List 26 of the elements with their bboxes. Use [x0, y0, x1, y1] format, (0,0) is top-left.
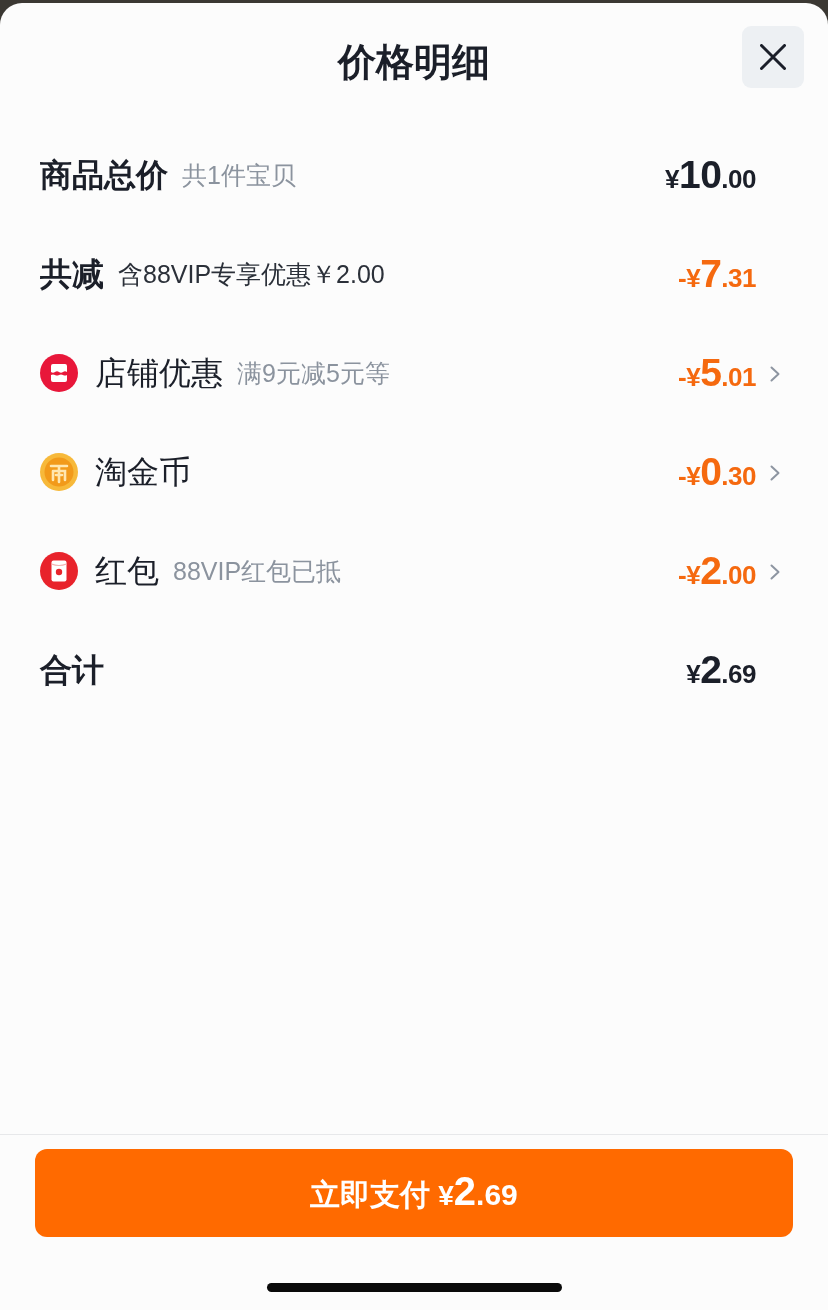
close-icon	[760, 44, 786, 70]
storefront-icon	[40, 354, 78, 393]
coin-discount-amount: -¥0.30	[678, 449, 756, 496]
total-label: 合计	[40, 651, 104, 690]
chevron-right-icon[interactable]	[770, 464, 780, 481]
cash-envelope-note: 88VIP红包已抵	[173, 556, 342, 587]
shop-discount-amount: -¥5.01	[678, 350, 756, 397]
chevron-right-icon[interactable]	[770, 365, 780, 382]
coin-discount-label: 淘金币	[95, 453, 191, 492]
cash-envelope-amount: -¥2.00	[678, 548, 756, 595]
subtotal-label: 商品总价	[40, 156, 168, 195]
pay-now-button[interactable]: 立即支付 ¥2.69	[35, 1149, 793, 1237]
savings-label: 共减	[40, 255, 104, 294]
subtotal-note: 共1件宝贝	[182, 160, 296, 191]
coin-icon	[40, 453, 78, 492]
subtotal-amount: ¥10.00	[665, 152, 756, 199]
savings-amount: -¥7.31	[678, 251, 756, 298]
total-amount: ¥2.69	[686, 647, 756, 694]
chevron-right-icon[interactable]	[770, 563, 780, 580]
envelope-icon	[40, 552, 78, 591]
shop-discount-note: 满9元减5元等	[237, 358, 390, 389]
shop-discount-label: 店铺优惠	[95, 354, 223, 393]
savings-note: 含88VIP专享优惠￥2.00	[118, 259, 385, 290]
sheet-title: 价格明细	[338, 40, 490, 85]
close-button[interactable]	[742, 26, 804, 88]
cash-envelope-label: 红包	[95, 552, 159, 591]
